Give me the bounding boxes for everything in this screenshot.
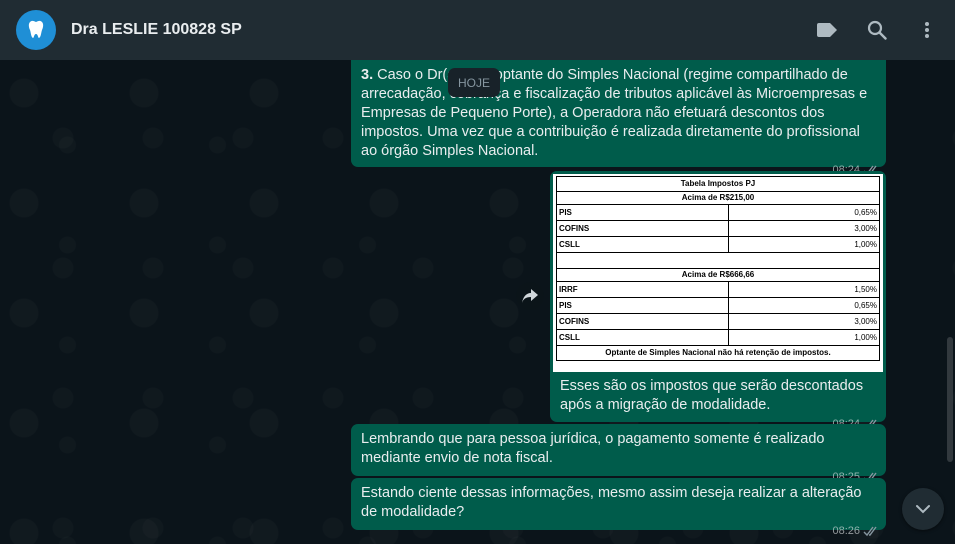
- table-section-header: Acima de R$666,66: [556, 269, 880, 282]
- tax-name: PIS: [557, 298, 729, 313]
- tax-name: CSLL: [557, 330, 729, 345]
- tax-name: CSLL: [557, 237, 729, 252]
- table-section-header: Acima de R$215,00: [556, 191, 880, 205]
- date-separator: HOJE: [448, 68, 500, 97]
- message-time: 08:26: [832, 525, 860, 537]
- tax-name: PIS: [557, 205, 729, 220]
- chevron-down-icon: [916, 505, 930, 514]
- message-meta: 08:26: [351, 522, 886, 544]
- tax-value: 1,50%: [854, 284, 877, 294]
- table-row: CSLL 1,00%: [556, 330, 880, 346]
- read-ticks-icon: [863, 526, 877, 537]
- table-row: PIS 0,65%: [556, 298, 880, 314]
- table-footer: Optante de Simples Nacional não há reten…: [556, 346, 880, 361]
- message-bubble[interactable]: Estando ciente dessas informações, mesmo…: [351, 478, 886, 537]
- tax-value: 1,00%: [854, 332, 877, 342]
- tax-value: 3,00%: [854, 223, 877, 233]
- tax-value: 0,65%: [854, 207, 877, 217]
- tooth-logo-icon: [28, 20, 44, 38]
- contact-name[interactable]: Dra LESLIE 100828 SP: [71, 21, 813, 39]
- avatar[interactable]: [16, 10, 56, 50]
- item-number: 3.: [361, 67, 374, 83]
- chat-header: Dra LESLIE 100828 SP: [0, 0, 955, 60]
- message-text: Lembrando que para pessoa jurídica, o pa…: [361, 431, 825, 466]
- label-icon[interactable]: [813, 16, 841, 44]
- message-bubble[interactable]: Lembrando que para pessoa jurídica, o pa…: [351, 424, 886, 483]
- tax-value: 1,00%: [854, 239, 877, 249]
- tax-name: IRRF: [557, 282, 729, 297]
- image-caption: Esses são os impostos que serão desconta…: [560, 378, 864, 413]
- tax-table-image[interactable]: Tabela Impostos PJ Acima de R$215,00 PIS…: [553, 174, 883, 372]
- scrollbar-thumb[interactable]: [947, 337, 953, 462]
- table-row: COFINS 3,00%: [556, 314, 880, 330]
- image-message-bubble[interactable]: Tabela Impostos PJ Acima de R$215,00 PIS…: [550, 171, 886, 430]
- forward-button[interactable]: [516, 282, 544, 310]
- message-list: 3. Caso o Dr(a) seja optante do Simples …: [0, 60, 955, 544]
- tax-value: 3,00%: [854, 316, 877, 326]
- menu-dots-icon[interactable]: [913, 16, 941, 44]
- message-bubble[interactable]: 3. Caso o Dr(a) seja optante do Simples …: [351, 60, 886, 176]
- message-body: Caso o Dr(a) seja optante do Simples Nac…: [361, 67, 868, 159]
- table-spacer: [556, 253, 880, 269]
- tax-name: COFINS: [557, 314, 729, 329]
- scroll-to-bottom-button[interactable]: [902, 488, 944, 530]
- tax-name: COFINS: [557, 221, 729, 236]
- message-text: Estando ciente dessas informações, mesmo…: [361, 485, 862, 520]
- message-text: 3. Caso o Dr(a) seja optante do Simples …: [351, 60, 886, 161]
- table-row: IRRF 1,50%: [556, 282, 880, 298]
- forward-icon: [522, 289, 538, 303]
- table-row: PIS 0,65%: [556, 205, 880, 221]
- table-title: Tabela Impostos PJ: [556, 176, 880, 191]
- table-row: COFINS 3,00%: [556, 221, 880, 237]
- search-icon[interactable]: [863, 16, 891, 44]
- tax-value: 0,65%: [854, 300, 877, 310]
- table-row: CSLL 1,00%: [556, 237, 880, 253]
